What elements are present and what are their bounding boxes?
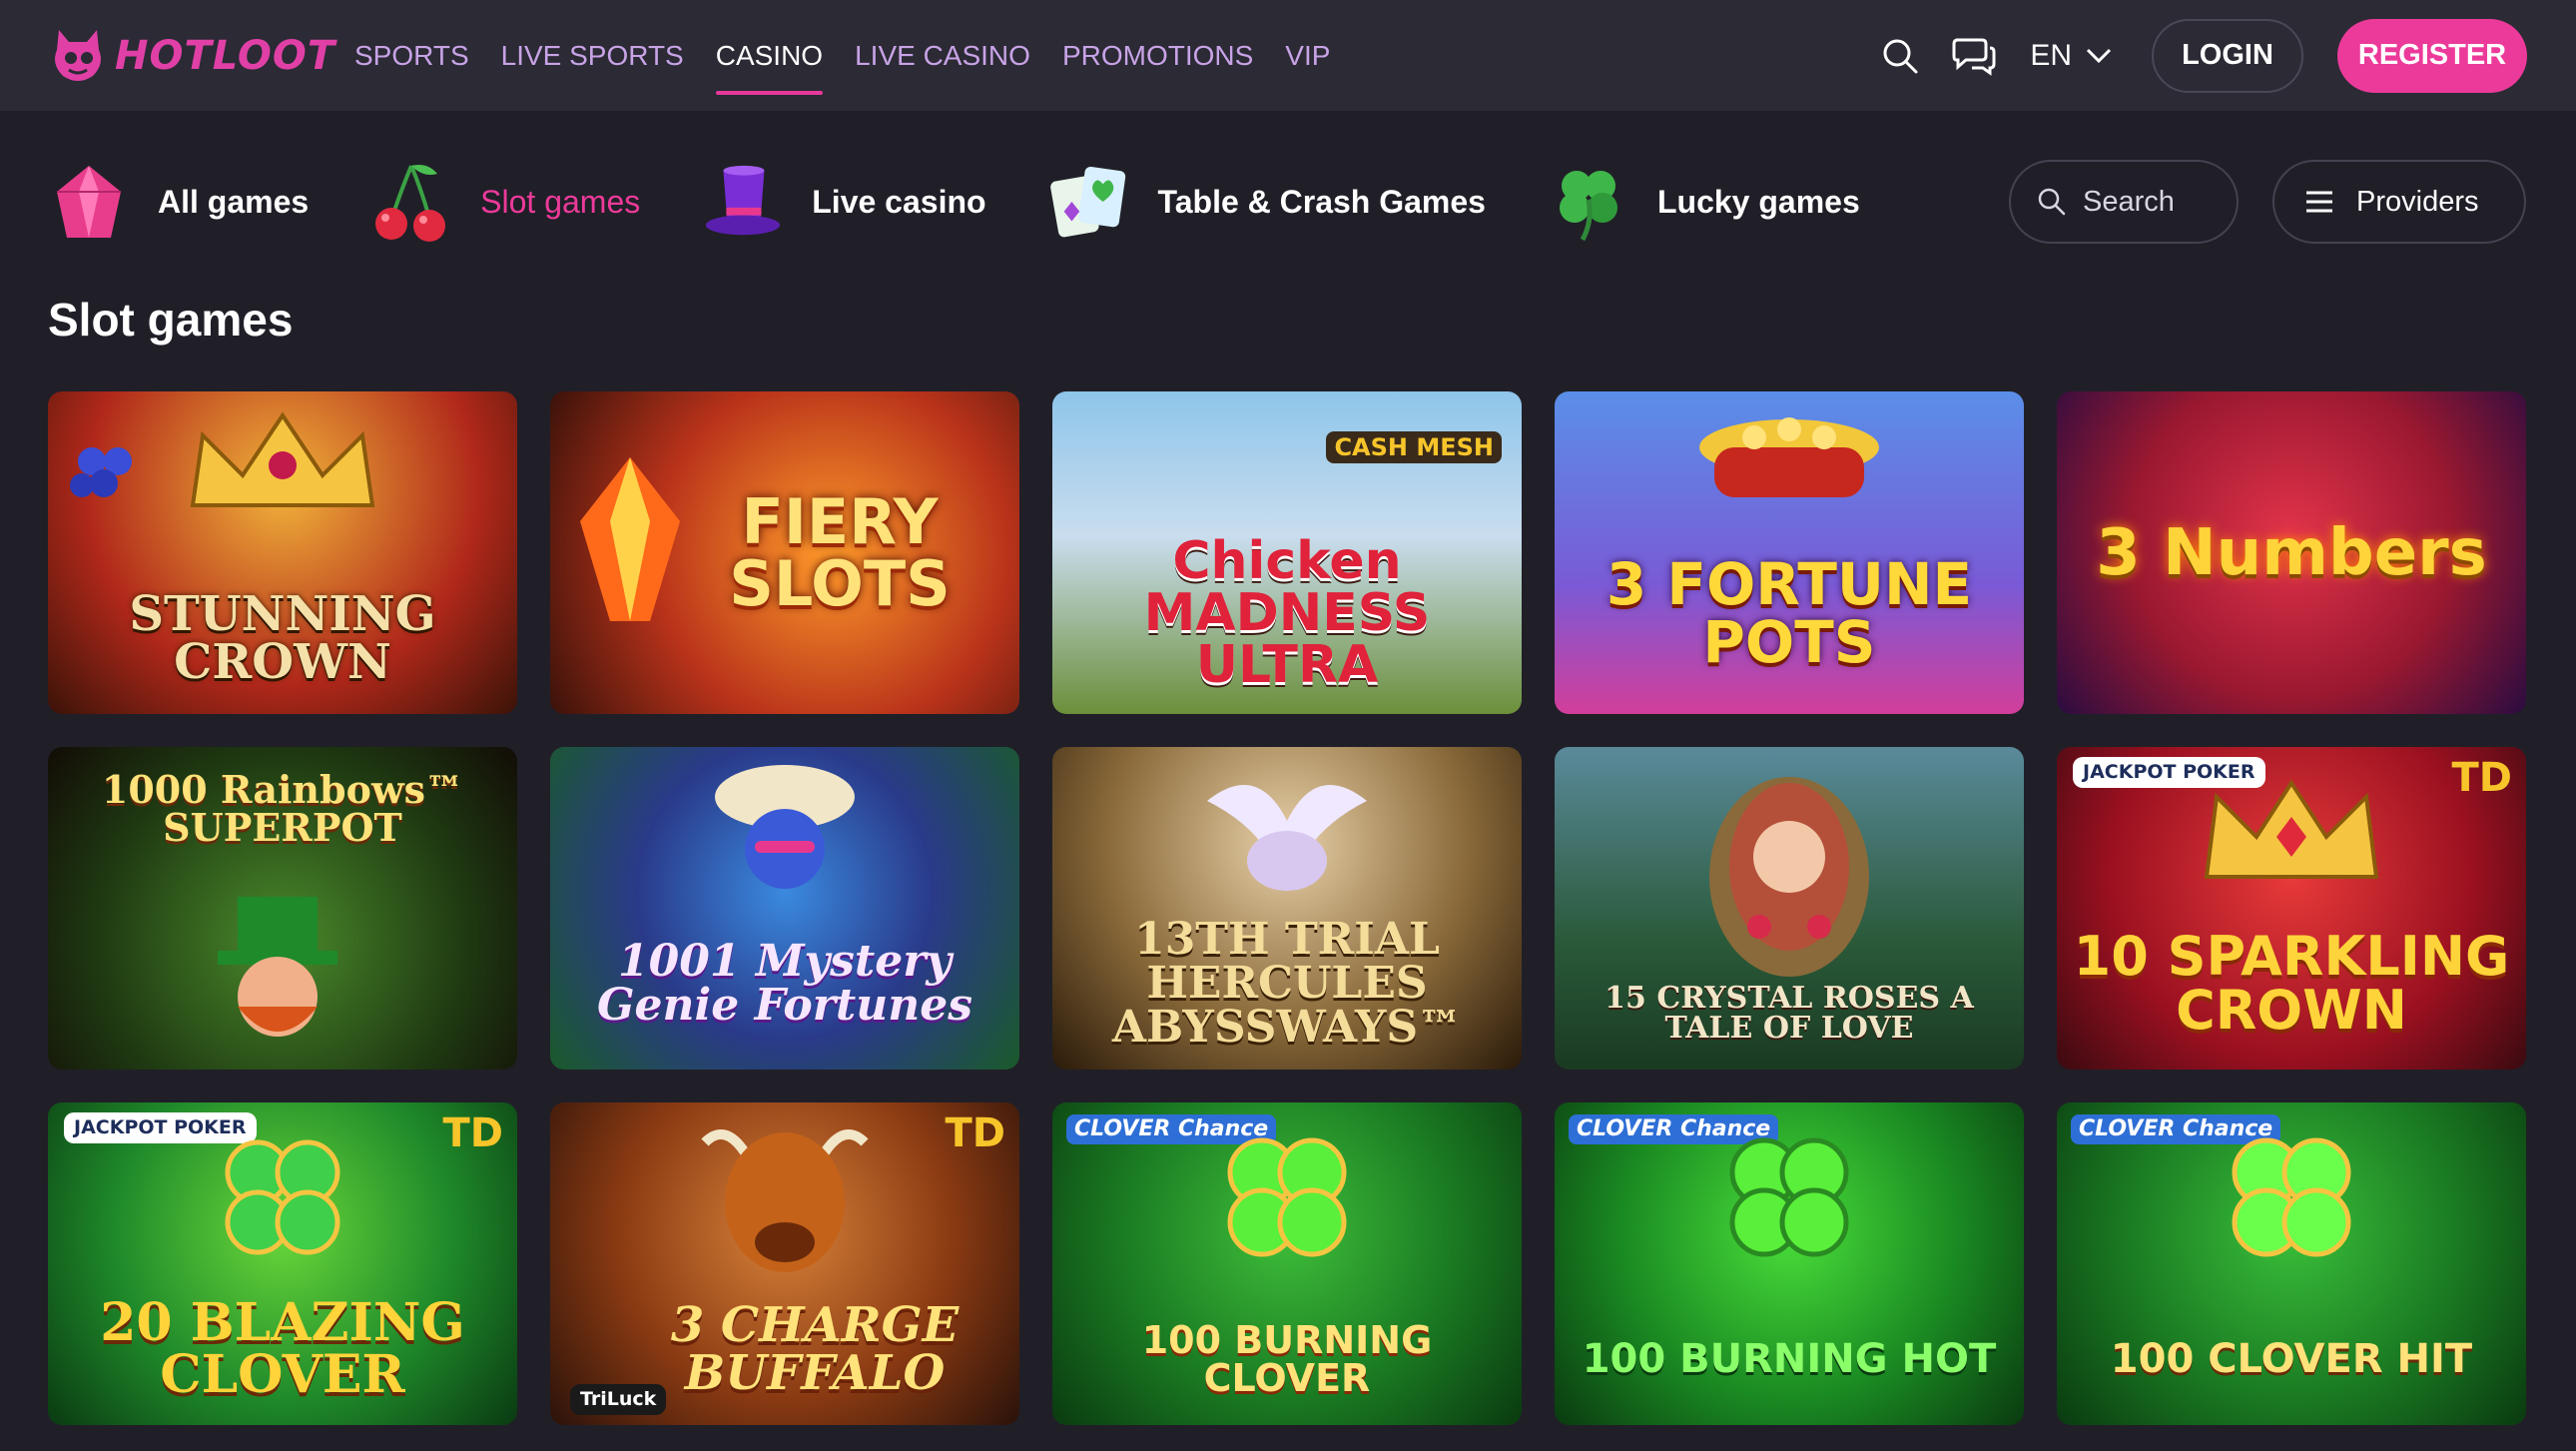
category-slot-games[interactable]: Slot games <box>370 158 640 246</box>
game-tile-stunning-crown[interactable]: STUNNING CROWN <box>48 391 517 714</box>
td-badge: TD <box>945 1110 1006 1156</box>
game-tile-20-blazing-clover[interactable]: JACKPOT POKER TD 20 BLAZING CLOVER <box>48 1102 517 1425</box>
game-title: 100 BURNING HOT <box>1582 1335 1997 1382</box>
top-hat-icon <box>702 158 784 246</box>
clover-icon <box>2232 1137 2351 1257</box>
chat-icon[interactable] <box>1948 30 2000 82</box>
game-badge: CLOVER Chance <box>1066 1114 1277 1144</box>
category-label: Table & Crash Games <box>1157 183 1486 220</box>
game-title: 10 SPARKLING CROWN <box>2073 924 2510 1042</box>
buffalo-icon <box>701 1129 869 1272</box>
language-label: EN <box>2030 38 2072 72</box>
nav-vip[interactable]: VIP <box>1285 0 1330 111</box>
game-tile-100-clover-hit[interactable]: CLOVER Chance 100 CLOVER HIT <box>2057 1102 2526 1425</box>
search-input[interactable]: Search <box>2009 160 2239 244</box>
game-category-bar: All games Slot games Live casino Table &… <box>48 150 2526 254</box>
category-label: All games <box>158 183 310 220</box>
game-badge: CASH MESH <box>1326 431 1502 463</box>
leprechaun-icon <box>218 897 337 1037</box>
site-logo[interactable]: HOTLOOT <box>49 24 334 88</box>
gem-icon <box>48 158 130 246</box>
main-nav: SPORTS LIVE SPORTS CASINO LIVE CASINO PR… <box>354 0 1330 111</box>
header-actions: EN LOGIN REGISTER <box>1874 18 2527 93</box>
gold-pot-icon <box>1699 417 1879 497</box>
game-title: FIERY SLOTS <box>729 484 951 620</box>
menu-icon <box>2306 191 2332 213</box>
game-title: 1000 Rainbows™ SUPERPOT <box>101 766 464 850</box>
search-icon[interactable] <box>1874 30 1926 82</box>
language-select[interactable]: EN <box>2030 39 2112 73</box>
nav-promotions[interactable]: PROMOTIONS <box>1062 0 1253 111</box>
section-title: Slot games <box>48 294 294 346</box>
game-tile-13th-trial-hercules[interactable]: 13TH TRIAL HERCULES ABYSSWAYS™ <box>1052 747 1522 1070</box>
category-lucky-games[interactable]: Lucky games <box>1548 158 1860 246</box>
providers-button[interactable]: Providers <box>2272 160 2526 244</box>
category-label: Slot games <box>480 183 641 220</box>
game-tile-1001-mystery-genie-fortunes[interactable]: 1001 Mystery Genie Fortunes <box>550 747 1019 1070</box>
td-badge: TD <box>442 1110 504 1156</box>
genie-icon <box>715 765 855 889</box>
game-tile-3-fortune-pots[interactable]: 3 FORTUNE POTS <box>1555 391 2024 714</box>
game-tile-100-burning-clover[interactable]: CLOVER Chance 100 BURNING CLOVER <box>1052 1102 1522 1425</box>
td-badge: TD <box>2451 755 2513 801</box>
category-table-crash-games[interactable]: Table & Crash Games <box>1048 158 1486 246</box>
login-button[interactable]: LOGIN <box>2152 18 2303 93</box>
cherries-icon <box>370 158 452 246</box>
cards-icon <box>1048 158 1130 246</box>
nav-live-sports[interactable]: LIVE SPORTS <box>501 0 684 111</box>
search-icon <box>2038 188 2066 216</box>
top-header: HOTLOOT SPORTS LIVE SPORTS CASINO LIVE C… <box>0 0 2576 111</box>
game-title: Chicken MADNESS ULTRA <box>1143 530 1431 695</box>
game-tile-100-burning-hot[interactable]: CLOVER Chance 100 BURNING HOT <box>1555 1102 2024 1425</box>
game-title: 13TH TRIAL HERCULES ABYSSWAYS™ <box>1111 913 1463 1053</box>
category-tools: Search Providers <box>2009 160 2526 244</box>
game-tile-10-sparkling-crown[interactable]: JACKPOT POKER TD 10 SPARKLING CROWN <box>2057 747 2526 1070</box>
chevron-down-icon <box>2086 48 2112 63</box>
game-title: 1001 Mystery Genie Fortunes <box>596 935 973 1031</box>
category-all-games[interactable]: All games <box>48 158 309 246</box>
category-live-casino[interactable]: Live casino <box>702 158 986 246</box>
clover-icon <box>1227 1137 1347 1257</box>
clover-icon <box>1548 158 1629 246</box>
game-title: STUNNING CROWN <box>129 585 436 690</box>
clover-icon <box>1729 1137 1849 1257</box>
logo-text: HOTLOOT <box>115 32 336 79</box>
game-badge: JACKPOT POKER <box>64 1112 257 1143</box>
grapes-icon <box>70 447 132 497</box>
game-badge: CLOVER Chance <box>1569 1114 1779 1144</box>
game-title: 100 BURNING CLOVER <box>1141 1317 1433 1400</box>
nav-casino[interactable]: CASINO <box>715 0 824 111</box>
search-placeholder: Search <box>2083 185 2175 218</box>
game-title: 15 CRYSTAL ROSES A TALE OF LOVE <box>1605 980 1974 1046</box>
game-tile-15-crystal-roses[interactable]: 15 CRYSTAL ROSES A TALE OF LOVE <box>1555 747 2024 1070</box>
game-tile-3-numbers[interactable]: 3 Numbers <box>2057 391 2526 714</box>
game-tile-1000-rainbows-superpot[interactable]: 1000 Rainbows™ SUPERPOT <box>48 747 517 1070</box>
category-label: Live casino <box>812 183 986 220</box>
game-title: 3 Numbers <box>2096 515 2487 590</box>
crown-icon <box>2204 779 2379 879</box>
crown-icon <box>190 411 375 507</box>
portrait-icon <box>1709 777 1869 977</box>
logo-mascot-icon <box>49 24 107 88</box>
game-tile-fiery-slots[interactable]: FIERY SLOTS <box>550 391 1019 714</box>
game-tile-3-charge-buffalo[interactable]: TD TriLuck 3 CHARGE BUFFALO <box>550 1102 1019 1425</box>
pegasus-icon <box>1207 785 1367 891</box>
nav-live-casino[interactable]: LIVE CASINO <box>855 0 1030 111</box>
register-button[interactable]: REGISTER <box>2337 18 2527 93</box>
game-badge: JACKPOT POKER <box>2073 757 2265 788</box>
game-title: 3 FORTUNE POTS <box>1606 549 1973 676</box>
game-tile-chicken-madness-ultra[interactable]: CASH MESH Chicken MADNESS ULTRA <box>1052 391 1522 714</box>
nav-sports[interactable]: SPORTS <box>354 0 469 111</box>
providers-label: Providers <box>2356 185 2479 218</box>
game-title: 3 CHARGE BUFFALO <box>670 1296 960 1401</box>
clover-icon <box>225 1139 340 1255</box>
game-badge: TriLuck <box>570 1384 667 1415</box>
game-title: 100 CLOVER HIT <box>2110 1335 2473 1382</box>
category-label: Lucky games <box>1656 183 1860 220</box>
game-title: 20 BLAZING CLOVER <box>100 1291 465 1405</box>
game-grid: STUNNING CROWN FIERY SLOTS CASH MESH Chi… <box>48 391 2526 1425</box>
game-badge: CLOVER Chance <box>2071 1114 2281 1144</box>
